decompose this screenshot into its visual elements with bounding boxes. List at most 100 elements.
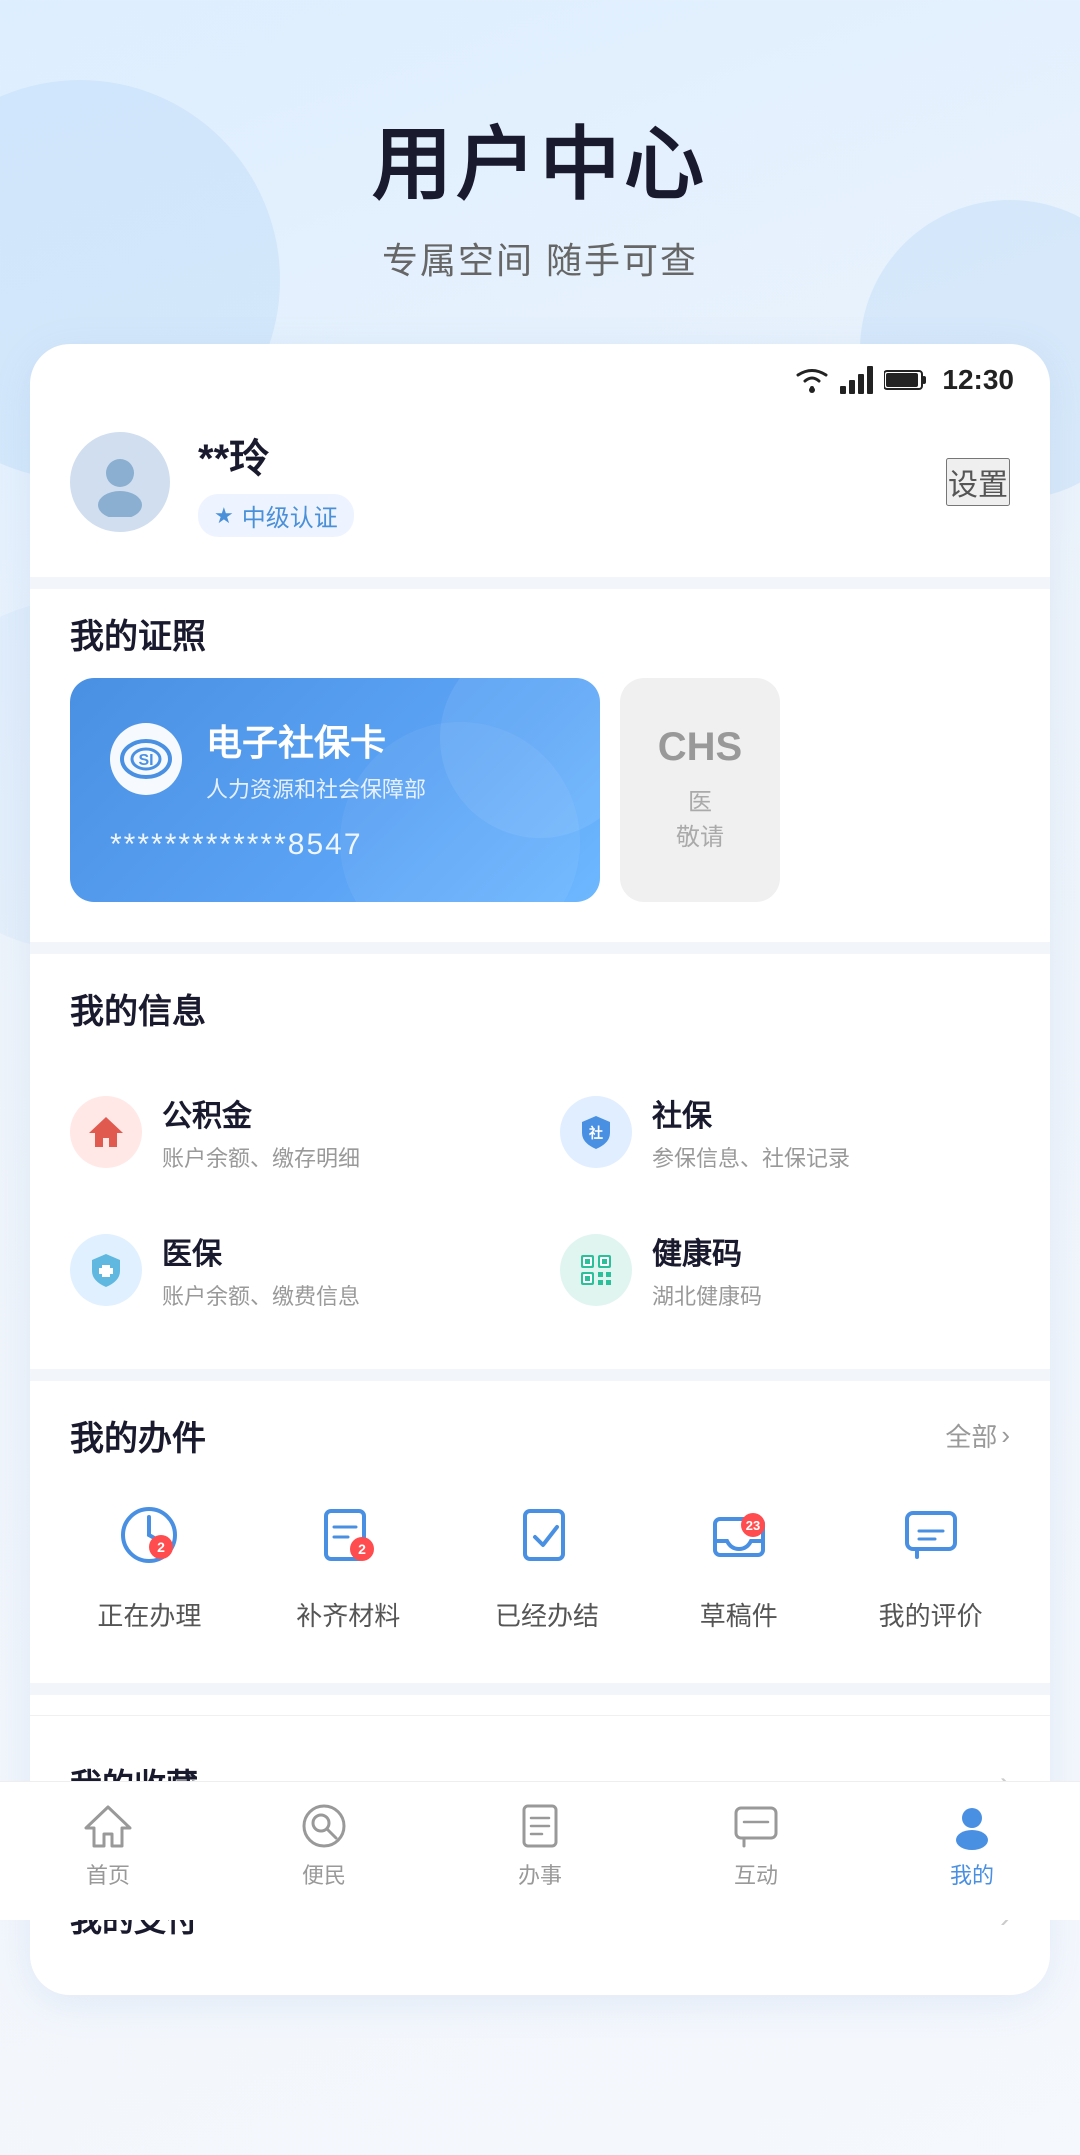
gjj-desc: 账户余额、缴存明细 (162, 1141, 360, 1173)
affairs-header: 我的办件 全部 › (30, 1411, 1050, 1460)
clock-icon: 2 (119, 1505, 179, 1565)
nav-home-label: 首页 (86, 1858, 130, 1890)
status-icons (794, 366, 928, 394)
user-name: **玲 (198, 426, 946, 484)
nav-mine-label: 我的 (950, 1858, 994, 1890)
medical-card-text: 医 (688, 782, 712, 817)
social-security-card[interactable]: SI 电子社保卡 人力资源和社会保障部 *************8547 (70, 678, 600, 902)
person-nav-icon (948, 1802, 996, 1850)
card-name: 电子社保卡 (206, 714, 426, 766)
shebao-icon-wrap: 社 (560, 1096, 632, 1168)
si-logo-icon: SI (119, 732, 173, 786)
medical-icon (87, 1251, 125, 1289)
affairs-title: 我的办件 (70, 1411, 206, 1460)
svg-text:社: 社 (588, 1125, 603, 1141)
section-divider-3 (30, 1369, 1050, 1381)
chs-logo: CHS (658, 725, 742, 770)
card-top: SI 电子社保卡 人力资源和社会保障部 (110, 714, 560, 804)
affair-item-supplement[interactable]: 2 补齐材料 (296, 1490, 400, 1633)
cert-star-icon: ★ (214, 503, 234, 529)
nav-spacer (0, 1995, 1080, 2155)
info-item-jiankangma[interactable]: 健康码 湖北健康码 (540, 1201, 1030, 1339)
yibao-text: 医保 账户余额、缴费信息 (162, 1229, 360, 1311)
info-item-shebao[interactable]: 社 社保 参保信息、社保记录 (540, 1063, 1030, 1201)
affair-review-label: 我的评价 (879, 1596, 983, 1633)
affair-supplement-label: 补齐材料 (296, 1596, 400, 1633)
jiankangma-name: 健康码 (652, 1229, 762, 1273)
cert-level: 中级认证 (242, 498, 338, 533)
svg-text:2: 2 (358, 1541, 366, 1557)
home-nav-icon (84, 1802, 132, 1850)
section-divider-4 (30, 1683, 1050, 1695)
gjj-name: 公积金 (162, 1091, 360, 1135)
search-circle-nav-icon (300, 1802, 348, 1850)
section-divider-2 (30, 942, 1050, 954)
card-logo: SI (110, 723, 182, 795)
user-info: **玲 ★ 中级认证 (198, 426, 946, 537)
shield-icon: 社 (577, 1113, 615, 1151)
avatar (70, 432, 170, 532)
nav-interact-label: 互动 (734, 1858, 778, 1890)
jiankangma-desc: 湖北健康码 (652, 1279, 762, 1311)
svg-text:SI: SI (138, 752, 153, 769)
info-item-yibao[interactable]: 医保 账户余额、缴费信息 (50, 1201, 540, 1339)
my-certificates-section: 我的证照 SI 电子社保卡 人力资源和社会保障部 (30, 599, 1050, 932)
affair-item-draft[interactable]: 23 草稿件 (694, 1490, 784, 1633)
info-grid: 公积金 账户余额、缴存明细 社 社保 参保信息、社保记录 (30, 1053, 1050, 1349)
affair-item-processing[interactable]: 2 正在办理 (97, 1490, 201, 1633)
affair-item-review[interactable]: 我的评价 (879, 1490, 983, 1633)
cert-badge: ★ 中级认证 (198, 494, 354, 537)
qrcode-icon (577, 1251, 615, 1289)
document-check-icon: 2 (318, 1505, 378, 1565)
view-all-button[interactable]: 全部 › (945, 1417, 1010, 1454)
card-issuer: 人力资源和社会保障部 (206, 772, 426, 804)
affair-draft-label: 草稿件 (700, 1596, 778, 1633)
home-icon (87, 1113, 125, 1151)
processing-icon-wrap: 2 (104, 1490, 194, 1580)
review-icon-wrap (886, 1490, 976, 1580)
medical-card-subtext: 敬请 (676, 817, 724, 852)
bottom-nav: 首页 便民 办事 互动 我的 (0, 1781, 1080, 1920)
info-item-gjj[interactable]: 公积金 账户余额、缴存明细 (50, 1063, 540, 1201)
wifi-icon (794, 366, 830, 394)
card-info: 电子社保卡 人力资源和社会保障部 (206, 714, 426, 804)
jiankangma-icon-wrap (560, 1234, 632, 1306)
nav-work-label: 办事 (518, 1858, 562, 1890)
settings-button[interactable]: 设置 (946, 458, 1010, 506)
certificates-title: 我的证照 (30, 609, 1050, 658)
nav-item-mine[interactable]: 我的 (892, 1802, 1052, 1890)
battery-icon (884, 368, 928, 392)
completed-icon-wrap (502, 1490, 592, 1580)
document-done-icon (517, 1505, 577, 1565)
comment-icon (901, 1505, 961, 1565)
nav-item-home[interactable]: 首页 (28, 1802, 188, 1890)
user-section: **玲 ★ 中级认证 设置 (30, 406, 1050, 567)
jiankangma-text: 健康码 湖北健康码 (652, 1229, 762, 1311)
status-bar: 12:30 (30, 344, 1050, 406)
info-title: 我的信息 (30, 984, 1050, 1033)
page-header: 用户中心 专属空间 随手可查 (0, 0, 1080, 344)
comment-box-nav-icon (732, 1802, 780, 1850)
medical-card[interactable]: CHS 医 敬请 (620, 678, 780, 902)
card-number: *************8547 (110, 828, 560, 862)
affair-item-completed[interactable]: 已经办结 (495, 1490, 599, 1633)
my-info-section: 我的信息 公积金 账户余额、缴存明细 社 (30, 964, 1050, 1359)
page-subtitle: 专属空间 随手可查 (40, 232, 1040, 284)
nav-item-work[interactable]: 办事 (460, 1802, 620, 1890)
nav-item-interact[interactable]: 互动 (676, 1802, 836, 1890)
shebao-desc: 参保信息、社保记录 (652, 1141, 850, 1173)
nav-service-label: 便民 (302, 1858, 346, 1890)
certificates-scroll: SI 电子社保卡 人力资源和社会保障部 *************8547 CH… (30, 678, 1050, 902)
draft-icon-wrap: 23 (694, 1490, 784, 1580)
yibao-icon-wrap (70, 1234, 142, 1306)
main-card: 12:30 **玲 ★ 中级认证 设置 我的证照 (30, 344, 1050, 1995)
affairs-grid: 2 正在办理 2 补齐材料 (30, 1480, 1050, 1643)
yibao-desc: 账户余额、缴费信息 (162, 1279, 360, 1311)
affair-completed-label: 已经办结 (495, 1596, 599, 1633)
avatar-icon (85, 447, 155, 517)
view-all-chevron-icon: › (1001, 1420, 1010, 1451)
page-title: 用户中心 (40, 100, 1040, 216)
gjj-icon-wrap (70, 1096, 142, 1168)
nav-item-service[interactable]: 便民 (244, 1802, 404, 1890)
my-affairs-section: 我的办件 全部 › 2 正在办理 (30, 1391, 1050, 1673)
